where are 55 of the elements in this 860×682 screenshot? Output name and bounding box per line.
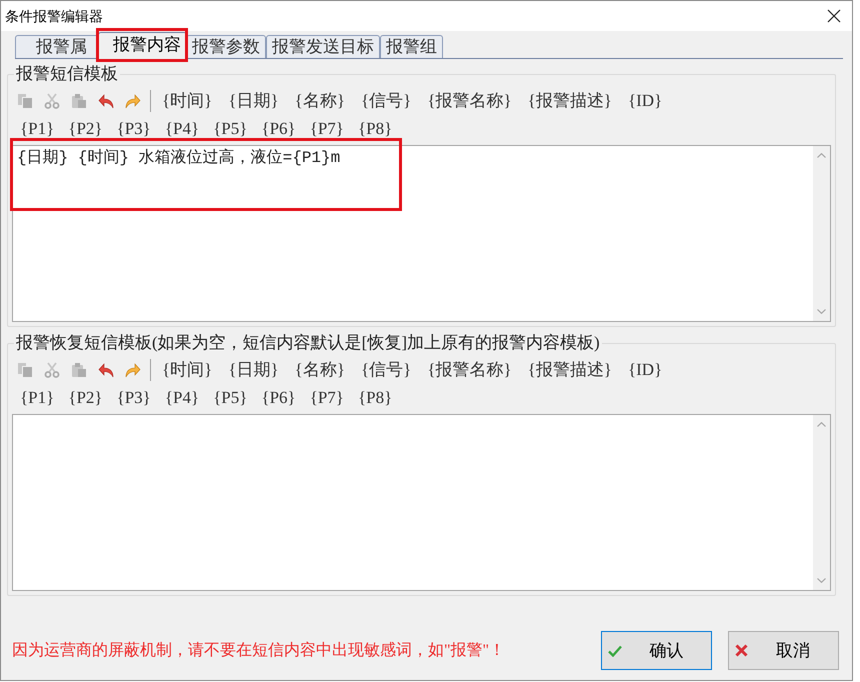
token-link[interactable]: {P4} xyxy=(164,388,200,408)
close-icon[interactable] xyxy=(827,9,841,23)
check-icon xyxy=(608,644,622,656)
warning-text: 因为运营商的屏蔽机制，请不要在短信内容中出现敏感词，如"报警"！ xyxy=(12,640,506,660)
scrollbar[interactable] xyxy=(813,415,830,590)
token-link[interactable]: {报警名称} xyxy=(427,91,512,111)
token-link[interactable]: {P7} xyxy=(310,119,344,139)
token-link[interactable]: {P2} xyxy=(68,119,103,139)
token-link[interactable]: {P5} xyxy=(213,119,248,139)
token-link[interactable]: {P1} xyxy=(20,388,54,408)
cancel-button[interactable]: 取消 xyxy=(728,631,839,670)
tab[interactable]: 报警组 xyxy=(380,35,443,58)
token-link[interactable]: {P8} xyxy=(358,119,392,139)
tab[interactable]: 报警发送目标 xyxy=(266,35,380,58)
confirm-button[interactable]: 确认 xyxy=(601,631,712,670)
token-link[interactable]: {P8} xyxy=(358,388,392,408)
undo-icon[interactable] xyxy=(98,362,114,378)
token-link[interactable]: {P1} xyxy=(20,119,54,139)
token-link[interactable]: {日期} xyxy=(228,91,279,111)
token-link[interactable]: {P6} xyxy=(261,388,296,408)
token-link[interactable]: {ID} xyxy=(628,91,662,111)
token-link[interactable]: {报警名称} xyxy=(427,360,512,380)
chevron-down-icon[interactable] xyxy=(817,578,826,583)
chevron-down-icon[interactable] xyxy=(817,309,826,314)
token-link[interactable]: {日期} xyxy=(228,360,279,380)
token-link[interactable]: {报警描述} xyxy=(528,360,612,380)
undo-icon[interactable] xyxy=(98,93,114,109)
cross-icon xyxy=(735,644,748,657)
token-link[interactable]: {时间} xyxy=(162,360,212,380)
chevron-up-icon[interactable] xyxy=(817,422,826,427)
token-link[interactable]: {名称} xyxy=(294,360,345,380)
token-link[interactable]: {报警描述} xyxy=(528,91,612,111)
token-link[interactable]: {P3} xyxy=(116,119,151,139)
token-link[interactable]: {P7} xyxy=(310,388,344,408)
tab[interactable]: 报警参数 xyxy=(186,35,266,58)
redo-icon[interactable] xyxy=(125,362,141,378)
message-field[interactable]: {日期} {时间} 水箱液位过高，液位={P1}m xyxy=(12,145,831,322)
redo-icon[interactable] xyxy=(125,93,141,109)
token-link[interactable]: {时间} xyxy=(162,91,212,111)
token-link[interactable]: {P2} xyxy=(68,388,103,408)
scrollbar[interactable] xyxy=(813,146,830,321)
token-link[interactable]: {名称} xyxy=(294,91,345,111)
token-link[interactable]: {P6} xyxy=(261,119,296,139)
window-title: 条件报警编辑器 xyxy=(5,7,103,25)
group-title: 报警恢复短信模板(如果为空，短信内容默认是[恢复]加上原有的报警内容模板) xyxy=(15,333,601,353)
group-title: 报警短信模板 xyxy=(15,64,119,84)
tab[interactable]: 报警内容 xyxy=(98,32,187,59)
token-link[interactable]: {ID} xyxy=(628,360,662,380)
token-link[interactable]: {信号} xyxy=(360,91,412,111)
token-link[interactable]: {P4} xyxy=(164,119,200,139)
token-link[interactable]: {P3} xyxy=(116,388,151,408)
token-link[interactable]: {P5} xyxy=(213,388,248,408)
message-field[interactable] xyxy=(12,414,831,591)
chevron-up-icon[interactable] xyxy=(817,153,826,158)
token-link[interactable]: {信号} xyxy=(360,360,412,380)
